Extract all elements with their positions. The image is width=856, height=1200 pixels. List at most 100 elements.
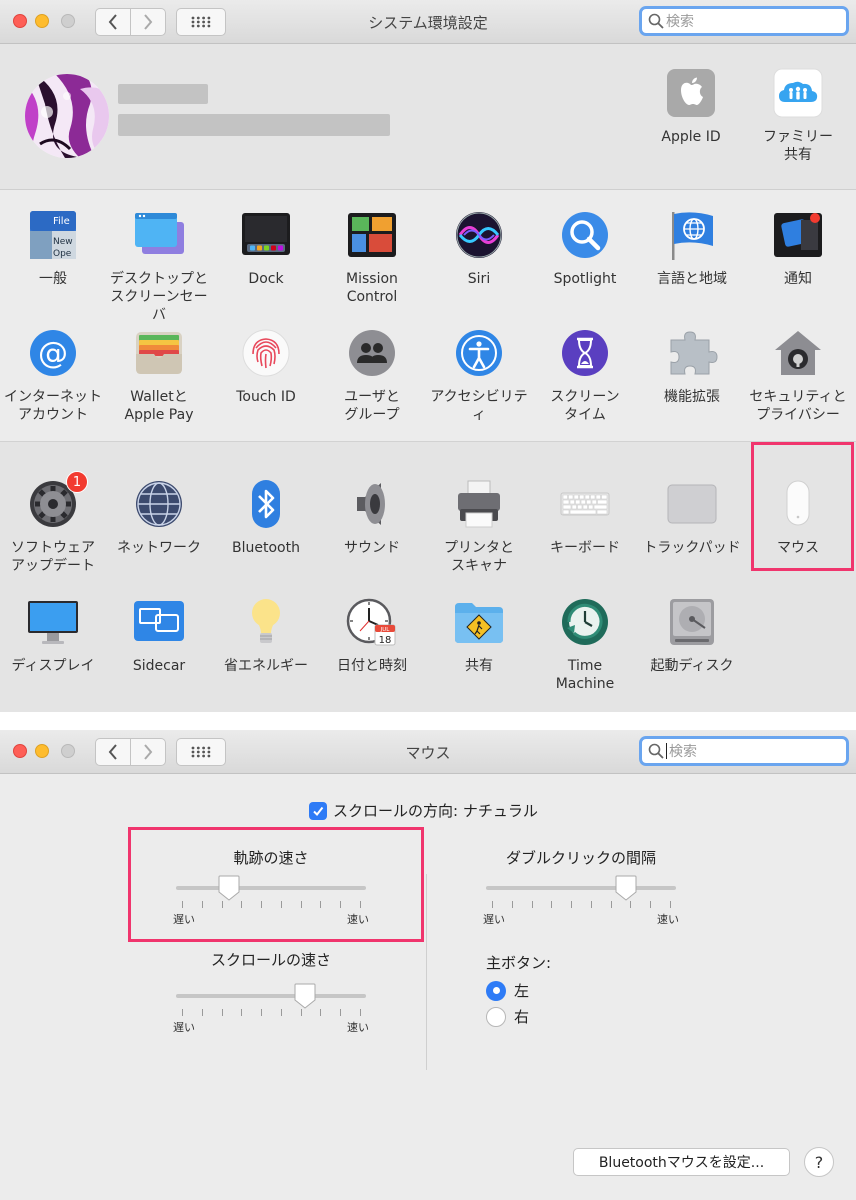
pane-date-time[interactable]: JUL 18 日付と時刻	[319, 595, 425, 675]
speaker-icon	[357, 483, 385, 525]
pane-notifications[interactable]: 通知	[745, 208, 851, 288]
pane-users-groups[interactable]: ユーザと グループ	[319, 326, 425, 424]
pane-label: Time Machine	[555, 658, 615, 692]
natural-scroll-checkbox[interactable]	[309, 801, 327, 820]
primary-right-option[interactable]: 右	[486, 1006, 529, 1027]
user-email-blurred	[118, 114, 390, 136]
pane-label: Spotlight	[553, 271, 617, 287]
update-count-badge: 1	[66, 471, 88, 493]
slider-tick	[611, 901, 612, 908]
pane-extensions[interactable]: 機能拡張	[639, 326, 745, 406]
double-click-speed-slider[interactable]: 遅い 速い	[483, 875, 679, 926]
apple-id-item[interactable]: Apple ID	[646, 68, 736, 146]
pane-siri[interactable]: Siri	[426, 208, 532, 288]
pane-dock[interactable]: Dock	[213, 208, 319, 288]
pane-wallet-applepay[interactable]: Walletと Apple Pay	[106, 326, 212, 424]
pane-spotlight[interactable]: Spotlight	[532, 208, 638, 288]
title-bar: システム環境設定 検索	[0, 0, 856, 44]
title-bar: マウス 検索	[0, 730, 856, 774]
pane-label: サウンド	[344, 540, 400, 556]
forward-button[interactable]	[130, 739, 165, 765]
search-placeholder: 検索	[666, 14, 694, 30]
slider-thumb[interactable]	[615, 875, 637, 901]
pane-startup-disk[interactable]: 起動ディスク	[639, 595, 745, 675]
minimize-button[interactable]	[35, 744, 49, 758]
pane-security-privacy[interactable]: セキュリティと プライバシー	[745, 326, 851, 424]
search-placeholder: 検索	[669, 744, 697, 760]
pane-mission-control[interactable]: Mission Control	[319, 208, 425, 306]
radio-left[interactable]	[486, 980, 506, 1001]
preferences-row-1: File New Ope 一般 デスクトップと スクリーンセーバ Dock Mi…	[0, 208, 856, 326]
accessibility-icon	[456, 330, 502, 376]
network-globe-icon	[136, 481, 182, 527]
wallet-icon	[136, 332, 182, 374]
desktop-icon	[135, 213, 184, 254]
forward-button[interactable]	[130, 9, 165, 35]
pane-software-update[interactable]: 1 ソフトウェア アップデート	[0, 471, 106, 575]
pane-touch-id[interactable]: Touch ID	[213, 326, 319, 406]
preferences-row-2: @ インターネット アカウント Walletと Apple Pay Touch …	[0, 326, 856, 444]
slider-tick	[241, 1009, 242, 1016]
slider-tick	[571, 901, 572, 908]
pane-label: 日付と時刻	[337, 658, 407, 674]
pane-sound[interactable]: サウンド	[319, 477, 425, 557]
slider-tick	[281, 1009, 282, 1016]
column-divider	[426, 874, 427, 1070]
natural-scroll-option[interactable]: スクロールの方向: ナチュラル	[309, 800, 538, 821]
time-machine-icon	[562, 599, 608, 645]
slider-tick	[301, 1009, 302, 1016]
zoom-button[interactable]	[61, 744, 75, 758]
pane-screen-time[interactable]: スクリーン タイム	[532, 326, 638, 424]
pane-energy-saver[interactable]: 省エネルギー	[213, 595, 319, 675]
back-button[interactable]	[96, 9, 130, 35]
radio-left-label: 左	[514, 982, 530, 1000]
pane-time-machine[interactable]: Time Machine	[532, 595, 638, 693]
pane-bluetooth[interactable]: Bluetooth	[213, 477, 319, 557]
pane-printers-scanners[interactable]: プリンタと スキャナ	[426, 477, 532, 575]
radio-right[interactable]	[486, 1006, 506, 1027]
scroll-speed-slider[interactable]: 遅い 速い	[173, 983, 369, 1034]
search-field[interactable]: 検索	[639, 6, 849, 36]
slider-tick	[202, 1009, 203, 1016]
trackpad-icon	[667, 484, 717, 524]
pane-general[interactable]: File New Ope 一般	[0, 208, 106, 288]
pane-desktop-screensaver[interactable]: デスクトップと スクリーンセーバ	[106, 208, 212, 324]
avatar[interactable]	[25, 74, 109, 158]
search-field[interactable]: 検索	[639, 736, 849, 766]
pane-accessibility[interactable]: アクセシビリティ	[426, 326, 532, 424]
show-all-button[interactable]	[176, 8, 226, 36]
pane-label: ソフトウェア アップデート	[11, 540, 95, 574]
double-click-speed-title: ダブルクリックの間隔	[505, 849, 656, 867]
pane-keyboard[interactable]: キーボード	[532, 477, 638, 557]
pane-network[interactable]: ネットワーク	[106, 477, 212, 557]
pane-sidecar[interactable]: Sidecar	[106, 595, 212, 675]
pane-displays[interactable]: ディスプレイ	[0, 595, 106, 675]
zoom-button[interactable]	[61, 14, 75, 28]
close-button[interactable]	[13, 14, 27, 28]
setup-bluetooth-mouse-button[interactable]: Bluetoothマウスを設定...	[573, 1148, 790, 1176]
close-button[interactable]	[13, 744, 27, 758]
fingerprint-icon	[242, 329, 290, 377]
pane-internet-accounts[interactable]: @ インターネット アカウント	[0, 326, 106, 424]
family-sharing-item[interactable]: ファミリー 共有	[753, 68, 843, 164]
show-all-button[interactable]	[176, 738, 226, 766]
chevron-right-icon	[144, 14, 153, 30]
slider-tick	[532, 901, 533, 908]
preferences-row-3: 1 ソフトウェア アップデート ネットワーク Bluetooth サウンド プリ…	[0, 471, 856, 595]
primary-left-option[interactable]: 左	[486, 980, 529, 1001]
mouse-pane-highlight	[751, 442, 854, 571]
back-button[interactable]	[96, 739, 130, 765]
slider-min-label: 遅い	[483, 913, 505, 926]
slider-thumb[interactable]	[294, 983, 316, 1009]
help-button[interactable]: ?	[804, 1147, 834, 1177]
pane-sharing[interactable]: 共有	[426, 595, 532, 675]
family-cloud-icon	[773, 68, 823, 118]
minimize-button[interactable]	[35, 14, 49, 28]
disk-icon	[670, 599, 714, 645]
printer-icon	[458, 480, 500, 528]
hourglass-icon	[562, 330, 608, 376]
slider-tick	[261, 1009, 262, 1016]
pane-trackpad[interactable]: トラックパッド	[639, 477, 745, 557]
pane-language-region[interactable]: 言語と地域	[639, 208, 745, 288]
users-icon	[349, 330, 395, 376]
